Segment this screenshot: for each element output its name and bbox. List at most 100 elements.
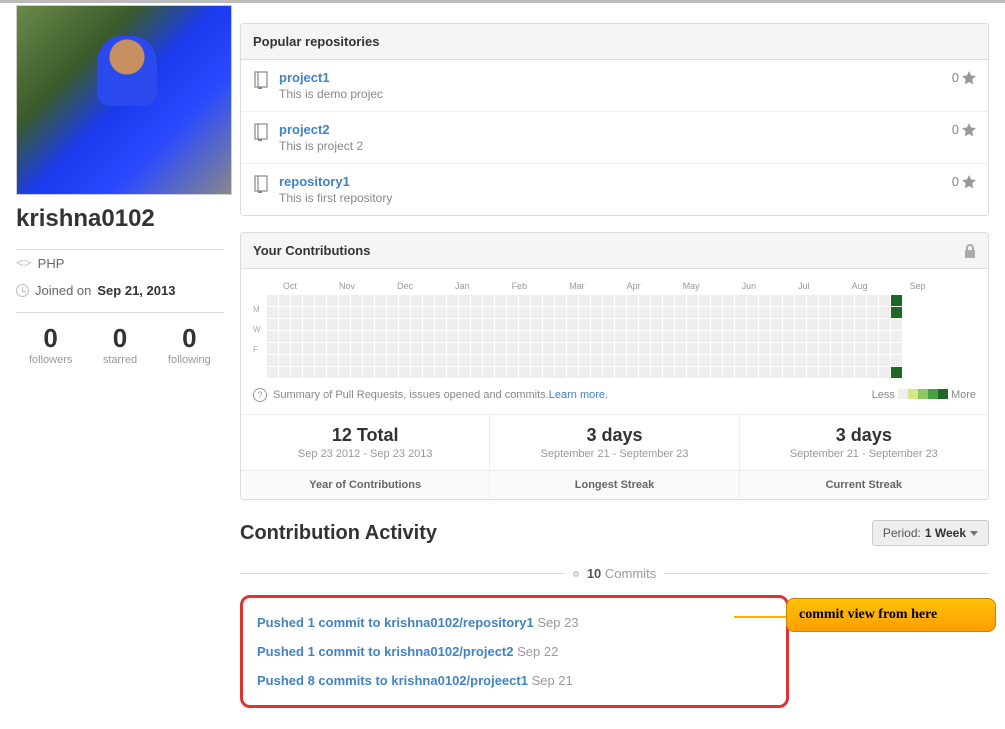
- calendar-cell[interactable]: [783, 295, 794, 306]
- calendar-cell[interactable]: [315, 367, 326, 378]
- calendar-cell[interactable]: [483, 331, 494, 342]
- calendar-cell[interactable]: [843, 319, 854, 330]
- calendar-cell[interactable]: [639, 307, 650, 318]
- calendar-cell[interactable]: [507, 355, 518, 366]
- calendar-cell[interactable]: [567, 355, 578, 366]
- calendar-cell[interactable]: [615, 319, 626, 330]
- period-dropdown[interactable]: Period: 1 Week: [872, 520, 989, 546]
- calendar-cell[interactable]: [279, 355, 290, 366]
- calendar-cell[interactable]: [423, 343, 434, 354]
- calendar-cell[interactable]: [615, 331, 626, 342]
- calendar-cell[interactable]: [363, 343, 374, 354]
- calendar-cell[interactable]: [447, 367, 458, 378]
- calendar-cell[interactable]: [843, 295, 854, 306]
- calendar-cell[interactable]: [795, 319, 806, 330]
- calendar-cell[interactable]: [711, 367, 722, 378]
- stat-following[interactable]: 0 following: [155, 323, 224, 366]
- calendar-cell[interactable]: [675, 367, 686, 378]
- calendar-cell[interactable]: [423, 295, 434, 306]
- calendar-cell[interactable]: [591, 355, 602, 366]
- calendar-cell[interactable]: [879, 355, 890, 366]
- calendar-cell[interactable]: [735, 367, 746, 378]
- calendar-cell[interactable]: [507, 319, 518, 330]
- calendar-cell[interactable]: [471, 319, 482, 330]
- calendar-cell[interactable]: [507, 367, 518, 378]
- calendar-cell[interactable]: [483, 319, 494, 330]
- calendar-cell[interactable]: [831, 307, 842, 318]
- calendar-cell[interactable]: [855, 307, 866, 318]
- calendar-cell[interactable]: [495, 367, 506, 378]
- calendar-cell[interactable]: [567, 331, 578, 342]
- calendar-cell[interactable]: [735, 331, 746, 342]
- calendar-cell[interactable]: [879, 307, 890, 318]
- calendar-cell[interactable]: [675, 355, 686, 366]
- calendar-cell[interactable]: [267, 319, 278, 330]
- calendar-cell[interactable]: [603, 319, 614, 330]
- calendar-cell[interactable]: [699, 295, 710, 306]
- calendar-cell[interactable]: [435, 295, 446, 306]
- calendar-cell[interactable]: [447, 331, 458, 342]
- calendar-cell[interactable]: [735, 319, 746, 330]
- calendar-cell[interactable]: [891, 319, 902, 330]
- calendar-cell[interactable]: [723, 307, 734, 318]
- calendar-cell[interactable]: [543, 367, 554, 378]
- calendar-cell[interactable]: [795, 367, 806, 378]
- calendar-cell[interactable]: [651, 331, 662, 342]
- calendar-cell[interactable]: [279, 319, 290, 330]
- calendar-cell[interactable]: [315, 343, 326, 354]
- calendar-cell[interactable]: [831, 343, 842, 354]
- calendar-cell[interactable]: [435, 343, 446, 354]
- calendar-cell[interactable]: [663, 343, 674, 354]
- calendar-cell[interactable]: [615, 343, 626, 354]
- repo-stars[interactable]: 0: [952, 174, 976, 189]
- calendar-cell[interactable]: [663, 355, 674, 366]
- calendar-cell[interactable]: [303, 307, 314, 318]
- calendar-cell[interactable]: [651, 295, 662, 306]
- calendar-cell[interactable]: [651, 343, 662, 354]
- calendar-cell[interactable]: [267, 331, 278, 342]
- calendar-cell[interactable]: [543, 295, 554, 306]
- calendar-cell[interactable]: [759, 355, 770, 366]
- calendar-cell[interactable]: [483, 355, 494, 366]
- calendar-cell[interactable]: [819, 319, 830, 330]
- calendar-cell[interactable]: [507, 295, 518, 306]
- calendar-cell[interactable]: [543, 331, 554, 342]
- learn-more-link[interactable]: Learn more.: [549, 389, 608, 401]
- calendar-cell[interactable]: [675, 343, 686, 354]
- calendar-cell[interactable]: [711, 319, 722, 330]
- calendar-cell[interactable]: [711, 355, 722, 366]
- calendar-cell[interactable]: [423, 307, 434, 318]
- calendar-cell[interactable]: [831, 295, 842, 306]
- calendar-cell[interactable]: [339, 343, 350, 354]
- calendar-cell[interactable]: [723, 331, 734, 342]
- calendar-cell[interactable]: [891, 331, 902, 342]
- calendar-cell[interactable]: [543, 343, 554, 354]
- calendar-cell[interactable]: [759, 307, 770, 318]
- calendar-cell[interactable]: [759, 319, 770, 330]
- calendar-cell[interactable]: [399, 319, 410, 330]
- calendar-cell[interactable]: [639, 355, 650, 366]
- calendar-cell[interactable]: [663, 319, 674, 330]
- calendar-cell[interactable]: [687, 319, 698, 330]
- calendar-cell[interactable]: [531, 355, 542, 366]
- calendar-cell[interactable]: [663, 367, 674, 378]
- calendar-cell[interactable]: [783, 367, 794, 378]
- calendar-cell[interactable]: [399, 331, 410, 342]
- calendar-cell[interactable]: [843, 331, 854, 342]
- calendar-cell[interactable]: [279, 295, 290, 306]
- calendar-cell[interactable]: [339, 367, 350, 378]
- calendar-cell[interactable]: [687, 295, 698, 306]
- calendar-cell[interactable]: [483, 295, 494, 306]
- calendar-cell[interactable]: [747, 343, 758, 354]
- calendar-cell[interactable]: [327, 343, 338, 354]
- calendar-cell[interactable]: [651, 319, 662, 330]
- calendar-cell[interactable]: [855, 331, 866, 342]
- calendar-cell[interactable]: [735, 343, 746, 354]
- stat-starred[interactable]: 0 starred: [85, 323, 154, 366]
- calendar-cell[interactable]: [783, 355, 794, 366]
- calendar-cell[interactable]: [519, 343, 530, 354]
- push-item[interactable]: Pushed 1 commit to krishna0102/project2 …: [257, 637, 772, 666]
- calendar-cell[interactable]: [651, 367, 662, 378]
- calendar-cell[interactable]: [327, 367, 338, 378]
- calendar-cell[interactable]: [699, 319, 710, 330]
